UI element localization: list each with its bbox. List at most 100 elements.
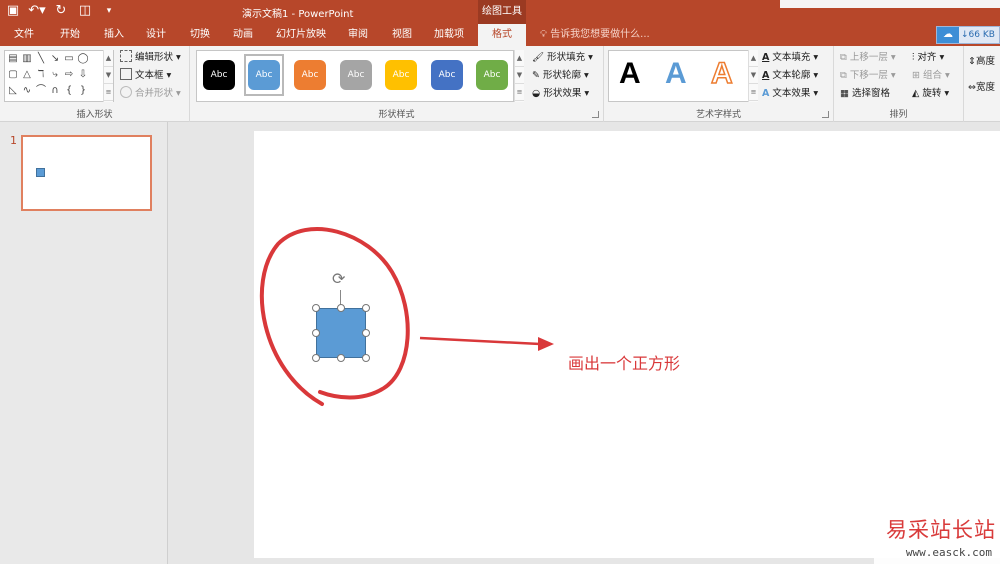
wordart-style-black[interactable]: A <box>619 57 641 91</box>
annotation-text: 画出一个正方形 <box>568 354 681 373</box>
undo-icon[interactable]: ↶▾ <box>28 2 46 20</box>
account-badge[interactable]: ☁ ↓66 KB <box>936 26 1000 44</box>
width-field[interactable]: ⇔宽度 <box>968 80 995 96</box>
wordart-scroll[interactable]: ▲ ▼ ≡ <box>748 50 758 102</box>
resize-handle-top[interactable] <box>337 304 345 312</box>
style-swatch-blue-light[interactable]: Abc <box>248 60 280 90</box>
slides-panel: 1 <box>0 122 168 564</box>
text-outline-button[interactable]: A 文本轮廓 ▾ <box>762 68 818 84</box>
wordart-style-orange-outline[interactable]: A <box>710 56 733 91</box>
square-shape[interactable] <box>316 308 366 358</box>
shapes-gallery-scroll[interactable]: ▲ ▼ ≡ <box>103 50 113 102</box>
shape-fill-button[interactable]: 🖌︎ 形状填充 ▾ <box>532 50 593 66</box>
pen-icon: ✎ <box>532 70 540 81</box>
group-label-wordart-styles: 艺术字样式 <box>695 110 741 120</box>
shapes-gallery[interactable]: ▤ ▥ ╲ ↘ ▭ ◯ ▢ △ ℸ ⤷ ⇨ ⇩ ◺ ∿ ⌒ ∩ { } ▲ ▼ ≡ <box>4 50 114 102</box>
tab-review[interactable]: 审阅 <box>338 24 378 46</box>
tab-home[interactable]: 开始 <box>50 24 90 46</box>
group-button[interactable]: ⊞ 组合 ▾ <box>912 68 950 84</box>
right-arrow-icon[interactable]: ⇨ <box>63 69 75 81</box>
tab-transitions[interactable]: 切换 <box>180 24 220 46</box>
bring-forward-button[interactable]: ⧉ 上移一层 ▾ <box>840 50 896 66</box>
tab-file[interactable]: 文件 <box>4 24 44 46</box>
curve-icon[interactable]: ∩ <box>49 85 61 97</box>
style-swatch-gray[interactable]: Abc <box>340 60 372 90</box>
elbow-connector-icon[interactable]: ℸ <box>35 69 47 81</box>
arc-icon[interactable]: ⌒ <box>35 85 47 97</box>
group-size: ⇕高度 ⇔宽度 <box>964 46 1000 122</box>
left-brace-icon[interactable]: { <box>63 85 75 97</box>
text-box-button[interactable]: 文本框 ▾ <box>120 68 171 84</box>
resize-handle-top-right[interactable] <box>362 304 370 312</box>
edit-shape-button[interactable]: 编辑形状 ▾ <box>120 50 181 66</box>
rectangle-shape-icon[interactable]: ▭ <box>63 53 75 65</box>
resize-handle-bottom-left[interactable] <box>312 354 320 362</box>
oval-shape-icon[interactable]: ◯ <box>77 53 89 65</box>
align-button[interactable]: ⫶ 对齐 ▾ <box>912 50 944 66</box>
scribble-icon[interactable]: ∿ <box>21 85 33 97</box>
align-icon: ⫶ <box>912 52 915 63</box>
elbow-arrow-icon[interactable]: ⤷ <box>49 69 61 81</box>
edit-shape-icon <box>120 50 132 62</box>
shape-styles-launcher-icon[interactable] <box>592 111 599 118</box>
selection-pane-button[interactable]: ▦ 选择窗格 <box>840 86 890 102</box>
height-icon: ⇕ <box>968 56 976 67</box>
save-icon[interactable]: ▣ <box>4 2 22 20</box>
style-swatch-blue[interactable]: Abc <box>431 60 463 90</box>
presentation-start-icon[interactable]: ◫ <box>76 2 94 20</box>
shape-style-scroll[interactable]: ▲ ▼ ≡ <box>514 50 524 102</box>
width-icon: ⇔ <box>968 82 976 93</box>
shape-style-gallery[interactable]: Abc Abc Abc Abc Abc Abc Abc <box>196 50 514 102</box>
triangle-shape-icon[interactable]: △ <box>21 69 33 81</box>
resize-handle-bottom-right[interactable] <box>362 354 370 362</box>
height-field[interactable]: ⇕高度 <box>968 54 995 70</box>
slide-thumbnail[interactable] <box>21 135 152 211</box>
tab-slideshow[interactable]: 幻灯片放映 <box>270 24 332 46</box>
customize-qat-icon[interactable]: ▾ <box>100 2 118 20</box>
vertical-textbox-icon[interactable]: ▥ <box>21 53 33 65</box>
selection-pane-icon: ▦ <box>840 88 849 99</box>
down-arrow-icon[interactable]: ⇩ <box>77 69 89 81</box>
wordart-gallery[interactable]: A A A <box>608 50 756 102</box>
line-shape-icon[interactable]: ╲ <box>35 53 47 65</box>
wordart-launcher-icon[interactable] <box>822 111 829 118</box>
rotate-button[interactable]: ◭ 旋转 ▾ <box>912 86 949 102</box>
title-bar: ▣ ↶▾ ↻ ◫ ▾ 演示文稿1 - PowerPoint 绘图工具 <box>0 0 1000 24</box>
group-shape-styles: Abc Abc Abc Abc Abc Abc Abc ▲ ▼ ≡ 🖌︎ 形状填充 … <box>190 46 604 122</box>
redo-icon[interactable]: ↻ <box>52 2 70 20</box>
group-label-shape-styles: 形状样式 <box>378 110 415 120</box>
resize-handle-left[interactable] <box>312 329 320 337</box>
tab-format[interactable]: 格式 <box>478 24 526 46</box>
rounded-rect-icon[interactable]: ▢ <box>7 69 19 81</box>
style-swatch-gold[interactable]: Abc <box>385 60 417 90</box>
merge-shapes-button[interactable]: 合并形状 ▾ <box>120 86 181 102</box>
group-label-arrange: 排列 <box>889 110 908 120</box>
send-backward-icon: ⧉ <box>840 70 847 81</box>
tab-addins[interactable]: 加载项 <box>426 24 472 46</box>
right-brace-icon[interactable]: } <box>77 85 89 97</box>
resize-handle-right[interactable] <box>362 329 370 337</box>
style-swatch-green[interactable]: Abc <box>476 60 508 90</box>
shape-effects-button[interactable]: ◒ 形状效果 ▾ <box>532 86 589 102</box>
tab-design[interactable]: 设计 <box>136 24 176 46</box>
style-swatch-orange[interactable]: Abc <box>294 60 326 90</box>
paint-bucket-icon: 🖌︎ <box>532 52 545 63</box>
shape-outline-button[interactable]: ✎ 形状轮廓 ▾ <box>532 68 589 84</box>
arrow-line-icon[interactable]: ↘ <box>49 53 61 65</box>
send-backward-button[interactable]: ⧉ 下移一层 ▾ <box>840 68 896 84</box>
style-swatch-black[interactable]: Abc <box>203 60 235 90</box>
text-effects-button[interactable]: A 文本效果 ▾ <box>762 86 818 102</box>
tab-view[interactable]: 视图 <box>382 24 422 46</box>
rotate-handle-icon[interactable]: ⟳ <box>332 271 345 287</box>
tab-animations[interactable]: 动画 <box>222 24 264 46</box>
cloud-icon: ☁ <box>937 27 959 43</box>
resize-handle-bottom[interactable] <box>337 354 345 362</box>
freeform-icon[interactable]: ◺ <box>7 85 19 97</box>
wordart-style-blue[interactable]: A <box>665 57 687 91</box>
tab-insert[interactable]: 插入 <box>94 24 134 46</box>
text-fill-button[interactable]: A 文本填充 ▾ <box>762 50 818 66</box>
tell-me-box[interactable]: 💡︎ 告诉我您想要做什么... <box>540 24 650 46</box>
textbox-shape-icon[interactable]: ▤ <box>7 53 19 65</box>
window-controls <box>780 0 1000 8</box>
resize-handle-top-left[interactable] <box>312 304 320 312</box>
